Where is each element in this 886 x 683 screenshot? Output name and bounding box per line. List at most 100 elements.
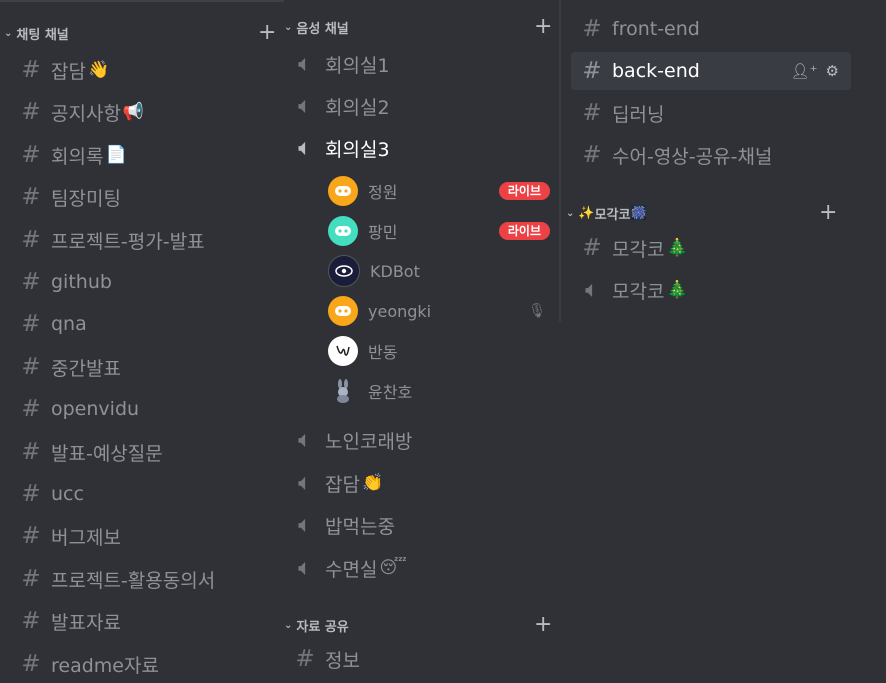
channel-name: 밥먹는중 bbox=[325, 515, 395, 538]
channel-name: 중간발표 bbox=[51, 357, 121, 380]
category-text-channels[interactable]: ⌄ 채팅 채널 + bbox=[0, 21, 284, 45]
hash-icon: # bbox=[295, 646, 315, 672]
voice-channel-7[interactable]: 🔈︎ 수면실 😴 bbox=[294, 549, 554, 587]
bot-avatar-icon bbox=[328, 255, 360, 287]
voice-user[interactable]: 팡민 라이브 bbox=[328, 213, 558, 249]
hash-icon: # bbox=[582, 142, 602, 168]
hash-icon: # bbox=[582, 16, 602, 42]
voice-channel-2[interactable]: 🔈︎ 회의실2 bbox=[294, 87, 554, 125]
text-channel[interactable]: # qna bbox=[20, 305, 276, 343]
hash-icon: # bbox=[582, 235, 602, 261]
chevron-down-icon: ⌄ bbox=[284, 21, 293, 33]
text-channel[interactable]: # 잡담 👋 bbox=[20, 51, 276, 89]
voice-user[interactable]: 반동 bbox=[328, 333, 558, 369]
speaker-icon: 🔈︎ bbox=[298, 51, 312, 77]
text-channel[interactable]: # 공지사항 📢 bbox=[20, 93, 276, 131]
hash-icon: # bbox=[21, 481, 41, 507]
voice-user[interactable]: 정원 라이브 bbox=[328, 173, 558, 209]
text-channel[interactable]: # readme자료 bbox=[20, 645, 276, 683]
channel-name: 프로젝트-평가-발표 bbox=[51, 230, 205, 253]
channel-name: ucc bbox=[51, 483, 84, 505]
category-voice-channels[interactable]: ⌄ 음성 채널 + bbox=[284, 15, 562, 39]
channel-name: 정보 bbox=[325, 649, 360, 672]
channel-emoji: 👋 bbox=[87, 60, 110, 80]
channel-name: 잡담 bbox=[51, 60, 86, 83]
add-channel-icon[interactable]: + bbox=[258, 22, 276, 44]
hash-icon: # bbox=[21, 142, 41, 168]
voice-channel-5[interactable]: 🔈︎ 잡담 👏 bbox=[294, 464, 554, 502]
hash-icon: # bbox=[21, 608, 41, 634]
channel-name: 회의실3 bbox=[325, 138, 390, 161]
chevron-down-icon: ⌄ bbox=[284, 619, 293, 631]
voice-channel-3[interactable]: 🔈︎ 회의실3 bbox=[294, 129, 554, 167]
channel-name: 버그제보 bbox=[51, 526, 121, 549]
add-channel-icon[interactable]: + bbox=[534, 16, 552, 38]
voice-user[interactable]: yeongki 🎙︎ bbox=[328, 293, 558, 329]
speaker-icon: 🔈︎ bbox=[298, 512, 312, 538]
voice-user[interactable]: KDBot bbox=[328, 253, 558, 289]
text-channel[interactable]: # openvidu bbox=[20, 390, 276, 428]
discord-avatar-icon bbox=[328, 216, 358, 246]
channel-name: 모각코 bbox=[612, 238, 665, 261]
user-name: yeongki bbox=[368, 301, 432, 321]
text-channel[interactable]: # 프로젝트-평가-발표 bbox=[20, 221, 276, 259]
text-channel-sign-video[interactable]: # 수어-영상-공유-채널 bbox=[571, 136, 861, 174]
text-channel[interactable]: # 중간발표 bbox=[20, 348, 276, 386]
sleeping-emoji: 😴 bbox=[379, 558, 407, 578]
channel-name: 노인코래방 bbox=[325, 430, 413, 453]
signature-avatar-icon bbox=[328, 336, 358, 366]
hash-icon: # bbox=[21, 354, 41, 380]
text-channel-front-end[interactable]: # front-end bbox=[571, 10, 861, 48]
channel-name: back-end bbox=[612, 60, 700, 82]
text-channel-mogakko[interactable]: # 모각코 🎄 bbox=[571, 229, 861, 267]
live-badge: 라이브 bbox=[498, 182, 550, 200]
category-shared-resources[interactable]: ⌄ 자료 공유 + bbox=[284, 613, 562, 637]
text-channel[interactable]: # 팀장미팅 bbox=[20, 178, 276, 216]
text-channel[interactable]: # 버그제보 bbox=[20, 517, 276, 555]
gear-icon[interactable]: ⚙︎ bbox=[826, 62, 839, 80]
speaker-icon: 🔈︎ bbox=[298, 93, 312, 119]
tree-emoji: 🎄 bbox=[666, 280, 688, 300]
text-channel-back-end[interactable]: # back-end 👤︎⁺ ⚙︎ bbox=[571, 52, 851, 90]
text-channel[interactable]: # 발표-예상질문 bbox=[20, 433, 276, 471]
channel-name: 팀장미팅 bbox=[51, 187, 121, 210]
live-badge: 라이브 bbox=[498, 222, 550, 240]
speaker-icon: 🔈︎ bbox=[298, 135, 312, 161]
text-channel[interactable]: # github bbox=[20, 263, 276, 301]
channel-name: 회의록 bbox=[51, 145, 104, 168]
speaker-icon: 🔈︎ bbox=[298, 427, 312, 453]
text-channel[interactable]: # 회의록 📄 bbox=[20, 136, 276, 174]
channel-name: 발표-예상질문 bbox=[51, 442, 163, 465]
voice-channel-1[interactable]: 🔈︎ 회의실1 bbox=[294, 45, 554, 83]
add-channel-icon[interactable]: + bbox=[819, 202, 837, 224]
voice-channel-6[interactable]: 🔈︎ 밥먹는중 bbox=[294, 506, 554, 544]
channel-name: 회의실2 bbox=[325, 96, 390, 119]
invite-user-icon[interactable]: 👤︎⁺ bbox=[791, 62, 818, 80]
chevron-down-icon: ⌄ bbox=[4, 27, 13, 39]
voice-user[interactable]: 윤찬호 bbox=[328, 373, 558, 409]
text-channel[interactable]: # 발표자료 bbox=[20, 602, 276, 640]
channel-name: openvidu bbox=[51, 398, 140, 420]
channel-name: 공지사항 bbox=[51, 102, 121, 125]
text-channel[interactable]: # ucc bbox=[20, 475, 276, 513]
channel-name: qna bbox=[51, 313, 87, 335]
hash-icon: # bbox=[21, 311, 41, 337]
hash-icon: # bbox=[21, 99, 41, 125]
speaker-icon: 🔈︎ bbox=[298, 470, 312, 496]
text-channel[interactable]: # 프로젝트-활용동의서 bbox=[20, 560, 276, 598]
voice-channel-mogakko[interactable]: 🔈︎ 모각코 🎄 bbox=[571, 271, 861, 309]
voice-channel-column: ⌄ 음성 채널 + 🔈︎ 회의실1 🔈︎ 회의실2 🔈︎ 회의실3 정원 라이브… bbox=[284, 0, 562, 683]
user-name: 반동 bbox=[368, 343, 398, 362]
text-channel-info[interactable]: # 정보 bbox=[294, 640, 554, 678]
text-channel-column: ⌄ 채팅 채널 + # 잡담 👋 # 공지사항 📢 # 회의록 📄 # 팀장미팅 # 프로젝트-평가-발… bbox=[0, 0, 284, 683]
mic-muted-icon: 🎙︎ bbox=[528, 303, 546, 319]
hash-icon: # bbox=[21, 651, 41, 677]
add-channel-icon[interactable]: + bbox=[534, 614, 552, 636]
text-channel-deep-learning[interactable]: # 딥러닝 bbox=[571, 94, 861, 132]
tree-emoji: 🎄 bbox=[666, 238, 688, 258]
hash-icon: # bbox=[21, 439, 41, 465]
hash-icon: # bbox=[21, 227, 41, 253]
voice-channel-4[interactable]: 🔈︎ 노인코래방 bbox=[294, 421, 554, 459]
hash-icon: # bbox=[582, 100, 602, 126]
category-mogakko[interactable]: ⌄ ✨ 모각코 🎆 + bbox=[566, 201, 886, 225]
